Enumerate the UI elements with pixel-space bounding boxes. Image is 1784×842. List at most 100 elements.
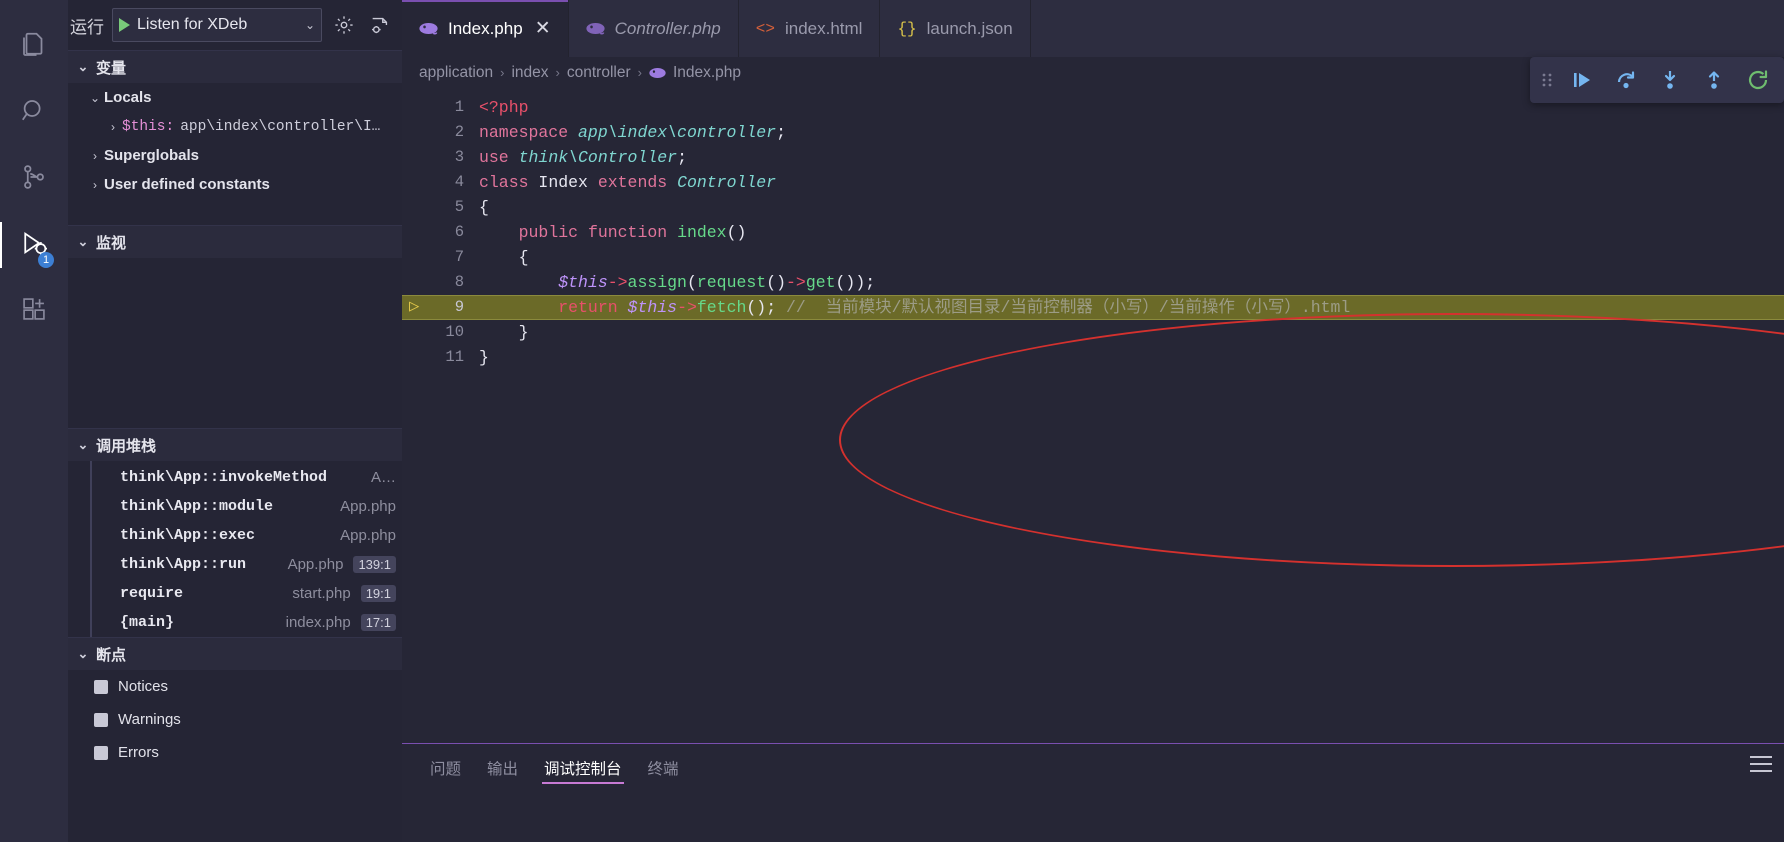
line-number: 2 <box>454 123 464 141</box>
code-content: 1 <?php 2 namespace app\index\controller… <box>402 88 1784 743</box>
tab-index-html[interactable]: <> index.html <box>739 0 881 57</box>
code-token: { <box>518 248 529 267</box>
chevron-down-icon: ⌄ <box>77 646 89 661</box>
section-header-watch[interactable]: ⌄ 监视 <box>68 225 402 258</box>
call-stack-row[interactable]: think\App::run App.php 139:1 <box>92 550 402 579</box>
code-token: ; <box>677 148 687 167</box>
chevron-right-icon[interactable]: › <box>86 178 104 192</box>
breakpoint-row-warnings[interactable]: Warnings <box>68 703 402 736</box>
section-header-variables[interactable]: ⌄ 变量 <box>68 50 402 83</box>
code-token: { <box>479 198 489 217</box>
step-over-button[interactable] <box>1606 61 1646 99</box>
stack-frame-file: App.php <box>340 527 396 544</box>
step-into-button[interactable] <box>1650 61 1690 99</box>
tab-label: Controller.php <box>614 18 721 38</box>
call-stack-row[interactable]: think\App::invokeMethod A… <box>92 463 402 492</box>
stack-frame-name: think\App::invokeMethod <box>120 469 328 486</box>
activity-item-extensions[interactable] <box>0 278 68 344</box>
debug-sidebar: 运行 Listen for XDeb ⌄ ⌄ 变量 ⌄ Locals › $th… <box>68 0 402 842</box>
breadcrumb-separator-icon: › <box>500 65 505 80</box>
call-stack-row[interactable]: {main} index.php 17:1 <box>92 608 402 637</box>
panel-tab-terminal[interactable]: 终端 <box>648 744 679 792</box>
activity-item-run-and-debug[interactable]: 1 <box>0 212 68 278</box>
variable-label: Superglobals <box>104 147 200 164</box>
chevron-right-icon[interactable]: › <box>104 120 122 134</box>
call-stack-row[interactable]: think\App::exec App.php <box>92 521 402 550</box>
launch-configuration-select[interactable]: Listen for XDeb ⌄ <box>112 8 322 42</box>
variable-label: User defined constants <box>104 176 270 193</box>
call-stack-row[interactable]: require start.php 19:1 <box>92 579 402 608</box>
line-number: 10 <box>445 323 464 341</box>
activity-item-explorer[interactable] <box>0 14 68 80</box>
breadcrumb-item-file[interactable]: Index.php <box>673 64 741 82</box>
tree-row-superglobals[interactable]: › Superglobals <box>68 141 402 170</box>
panel-tab-problems[interactable]: 问题 <box>430 744 461 792</box>
tab-label: launch.json <box>926 18 1013 38</box>
code-line: 8 $this->assign(request()->get()); <box>402 270 1784 295</box>
step-out-button[interactable] <box>1694 61 1734 99</box>
code-line: 4 class Index extends Controller <box>402 170 1784 195</box>
breakpoint-row-errors[interactable]: Errors <box>68 736 402 769</box>
tree-row-this[interactable]: › $this: app\index\controller\I… <box>68 112 402 141</box>
activity-item-source-control[interactable] <box>0 146 68 212</box>
checkbox-icon[interactable] <box>94 679 108 694</box>
breadcrumb-separator-icon: › <box>637 65 642 80</box>
section-header-breakpoints[interactable]: ⌄ 断点 <box>68 637 402 670</box>
panel-tab-output[interactable]: 输出 <box>487 744 518 792</box>
breadcrumb-item-application[interactable]: application <box>419 64 493 82</box>
stack-frame-line: 19:1 <box>360 585 396 602</box>
breadcrumb-item-index[interactable]: index <box>511 64 548 82</box>
code-editor[interactable]: 1 <?php 2 namespace app\index\controller… <box>402 88 1784 743</box>
tab-launch-json[interactable]: {} launch.json <box>880 0 1031 57</box>
section-header-call-stack[interactable]: ⌄ 调用堆栈 <box>68 428 402 461</box>
chevron-down-icon[interactable]: ⌄ <box>305 18 315 32</box>
breakpoint-label: Errors <box>118 744 159 761</box>
chevron-right-icon[interactable]: › <box>86 149 104 163</box>
checkbox-icon[interactable] <box>94 712 108 727</box>
code-token: ()); <box>835 273 876 292</box>
gear-icon[interactable] <box>330 11 358 39</box>
activity-bar: 1 <box>0 0 68 842</box>
code-line-current: ▷ 9 return $this->fetch(); // 当前模块/默认视图目… <box>402 295 1784 320</box>
continue-button[interactable] <box>1562 61 1602 99</box>
stack-frame-file: A… <box>370 469 396 486</box>
breakpoint-row-notices[interactable]: Notices <box>68 670 402 703</box>
grip-icon[interactable] <box>1536 71 1558 89</box>
breadcrumb-separator-icon: › <box>555 65 560 80</box>
panel-tab-debug-console[interactable]: 调试控制台 <box>542 744 624 792</box>
chevron-down-icon[interactable]: ⌄ <box>86 91 104 105</box>
stack-frame-name: think\App::module <box>120 498 274 515</box>
code-token: $this <box>627 298 678 317</box>
call-stack-row[interactable]: think\App::module App.php <box>92 492 402 521</box>
close-icon[interactable]: ✕ <box>535 17 551 40</box>
stack-frame-file: start.php <box>292 585 351 602</box>
bottom-panel: 问题 输出 调试控制台 终端 <box>402 743 1784 842</box>
launch-configuration-name: Listen for XDeb <box>137 16 248 33</box>
code-line: 7 { <box>402 245 1784 270</box>
chevron-down-icon: ⌄ <box>77 437 89 452</box>
tree-row-user-defined-constants[interactable]: › User defined constants <box>68 170 402 199</box>
code-token: Index <box>538 173 588 192</box>
activity-item-search[interactable] <box>0 80 68 146</box>
restart-button[interactable] <box>1738 61 1778 99</box>
line-number: 11 <box>445 348 464 366</box>
breadcrumb-item-controller[interactable]: controller <box>567 64 631 82</box>
tree-row-locals[interactable]: ⌄ Locals <box>68 83 402 112</box>
variable-name: $this: <box>122 118 175 135</box>
code-token: fetch <box>696 298 747 317</box>
line-number: 4 <box>454 173 464 191</box>
code-line: 5 { <box>402 195 1784 220</box>
files-icon <box>19 30 49 65</box>
vscode-window: 1 运行 Listen for XDeb ⌄ ⌄ 变量 ⌄ Locals › $… <box>0 0 1784 842</box>
more-actions-icon[interactable] <box>1750 756 1772 772</box>
tab-controller-php[interactable]: Controller.php <box>569 0 739 57</box>
code-token: () <box>766 273 786 292</box>
php-icon <box>586 22 605 35</box>
line-number: 1 <box>454 98 464 116</box>
start-debug-icon[interactable] <box>119 18 130 32</box>
open-debug-console-icon[interactable] <box>366 11 394 39</box>
tab-index-php[interactable]: Index.php ✕ <box>402 0 569 57</box>
breakpoint-label: Warnings <box>118 711 181 728</box>
code-line: 10 } <box>402 320 1784 345</box>
checkbox-icon[interactable] <box>94 745 108 760</box>
